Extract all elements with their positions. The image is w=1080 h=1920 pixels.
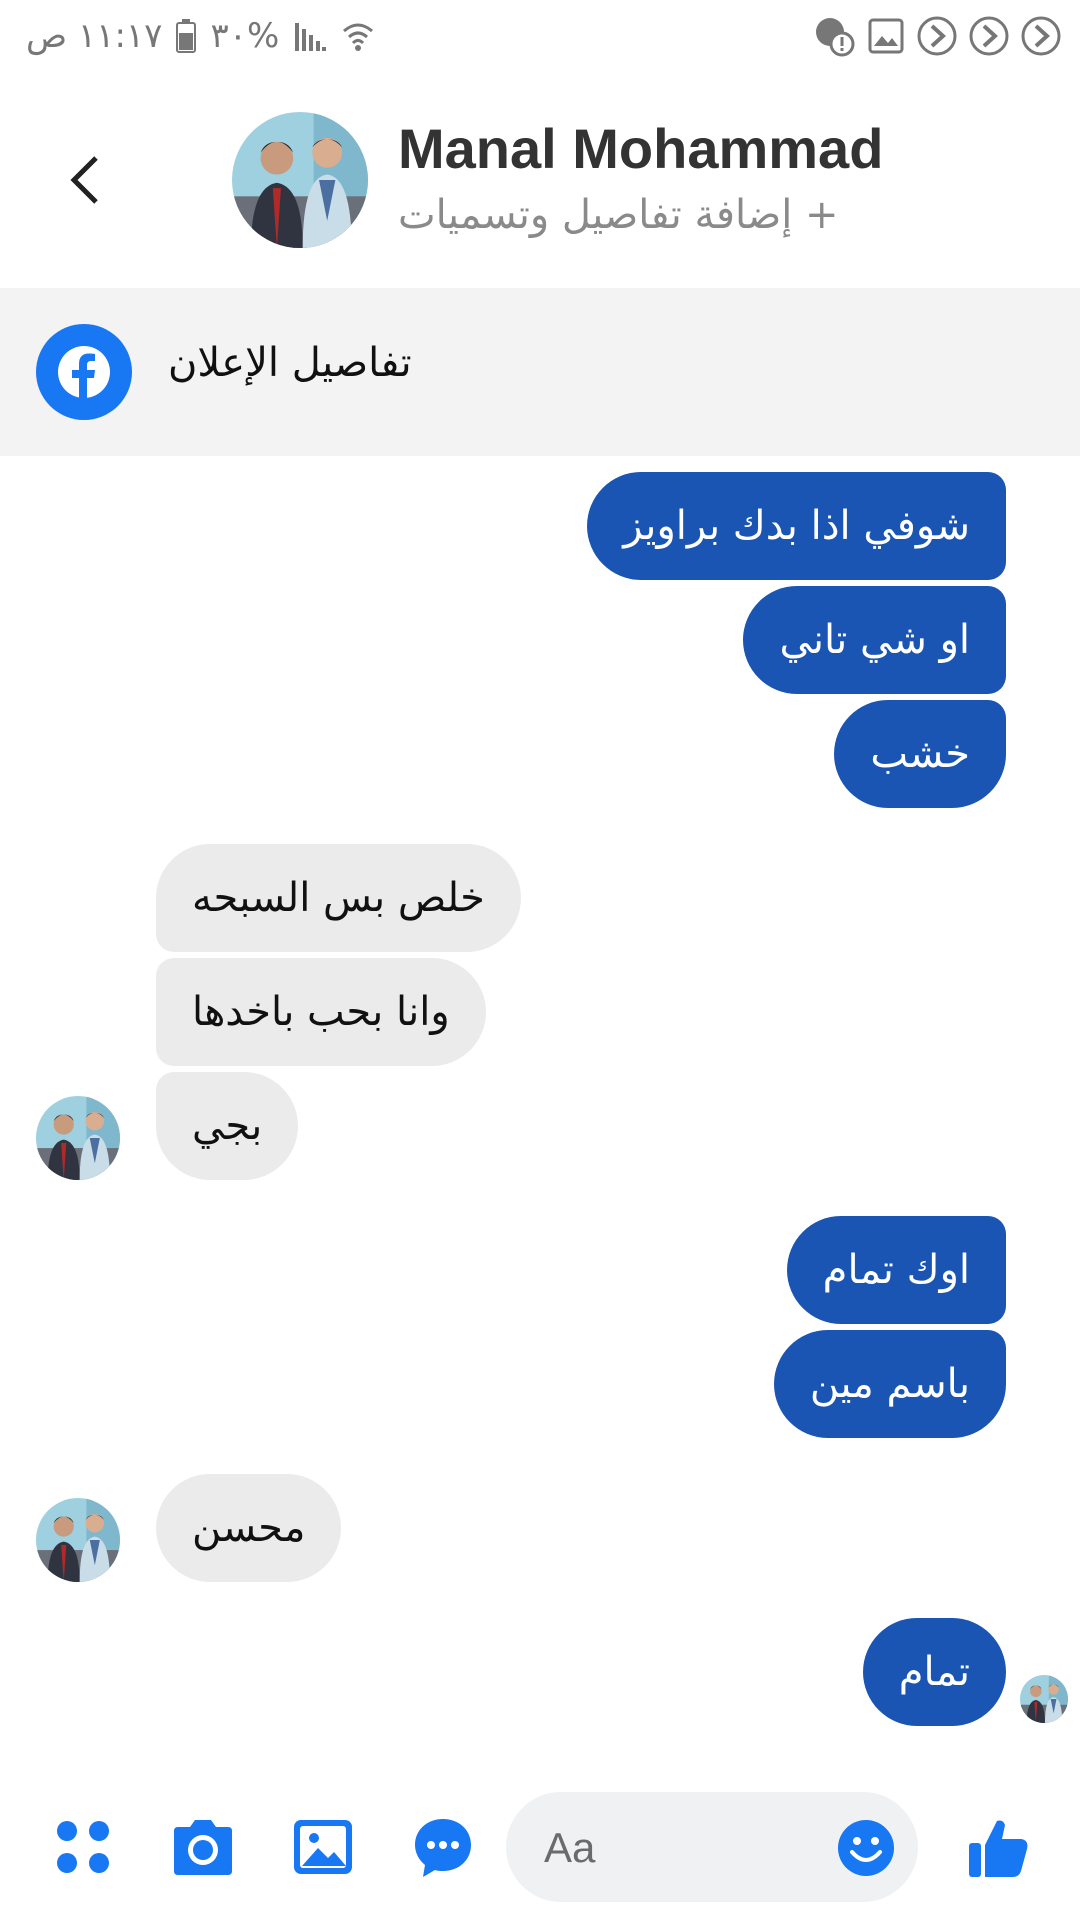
- status-bar: ١١:١٧ ص ٣٠%: [0, 0, 1080, 72]
- back-button[interactable]: [56, 150, 116, 210]
- status-left: ١١:١٧ ص ٣٠%: [26, 10, 375, 62]
- ad-details-banner[interactable]: تفاصيل الإعلان: [0, 288, 1080, 456]
- arrow-notification-icon: [1020, 15, 1062, 57]
- thumbs-up-icon[interactable]: [964, 1812, 1034, 1882]
- message-bubble-outgoing[interactable]: باسم مين: [773, 1330, 1006, 1438]
- seen-indicator-avatar: [1020, 1675, 1068, 1723]
- message-bubble-incoming[interactable]: وانا بحب باخدها: [156, 958, 486, 1066]
- wifi-icon: [341, 19, 375, 53]
- conversation-header: Manal Mohammad + إضافة تفاصيل وتسميات: [0, 72, 1080, 288]
- status-time: ١١:١٧ ص: [26, 16, 163, 56]
- signal-icon: [293, 19, 327, 53]
- arrow-notification-icon: [916, 15, 958, 57]
- add-details-link[interactable]: + إضافة تفاصيل وتسميات: [398, 192, 839, 238]
- message-bubble-outgoing[interactable]: شوفي اذا بدك براويز: [587, 472, 1006, 580]
- facebook-icon: [36, 324, 132, 420]
- contact-avatar[interactable]: [232, 112, 368, 248]
- emoji-icon[interactable]: [836, 1818, 896, 1878]
- message-bubble-outgoing[interactable]: خشب: [834, 700, 1006, 808]
- contact-name[interactable]: Manal Mohammad: [398, 116, 883, 181]
- sender-avatar[interactable]: [36, 1498, 120, 1582]
- chevron-left-icon: [70, 156, 98, 204]
- ad-details-label: تفاصيل الإعلان: [168, 340, 412, 386]
- status-right: [812, 10, 1062, 62]
- menu-dots-icon[interactable]: [48, 1812, 118, 1882]
- sender-avatar[interactable]: [36, 1096, 120, 1180]
- message-input[interactable]: [542, 1792, 816, 1904]
- message-input-container: [506, 1792, 918, 1904]
- alert-icon: [812, 14, 856, 58]
- image-notification-icon: [866, 16, 906, 56]
- message-bubble-outgoing[interactable]: تمام: [862, 1618, 1006, 1726]
- message-bubble-outgoing[interactable]: او شي تاني: [743, 586, 1006, 694]
- message-composer: [0, 1778, 1080, 1920]
- voice-message-icon[interactable]: [408, 1812, 478, 1882]
- message-bubble-incoming[interactable]: بجي: [156, 1072, 299, 1180]
- camera-icon[interactable]: [168, 1812, 238, 1882]
- battery-icon: [176, 19, 197, 53]
- gallery-icon[interactable]: [288, 1812, 358, 1882]
- message-bubble-outgoing[interactable]: اوك تمام: [786, 1216, 1006, 1324]
- battery-percent: ٣٠%: [210, 16, 280, 56]
- message-bubble-incoming[interactable]: خلص بس السبحه: [156, 844, 521, 952]
- arrow-notification-icon: [968, 15, 1010, 57]
- message-bubble-incoming[interactable]: محسن: [156, 1474, 342, 1582]
